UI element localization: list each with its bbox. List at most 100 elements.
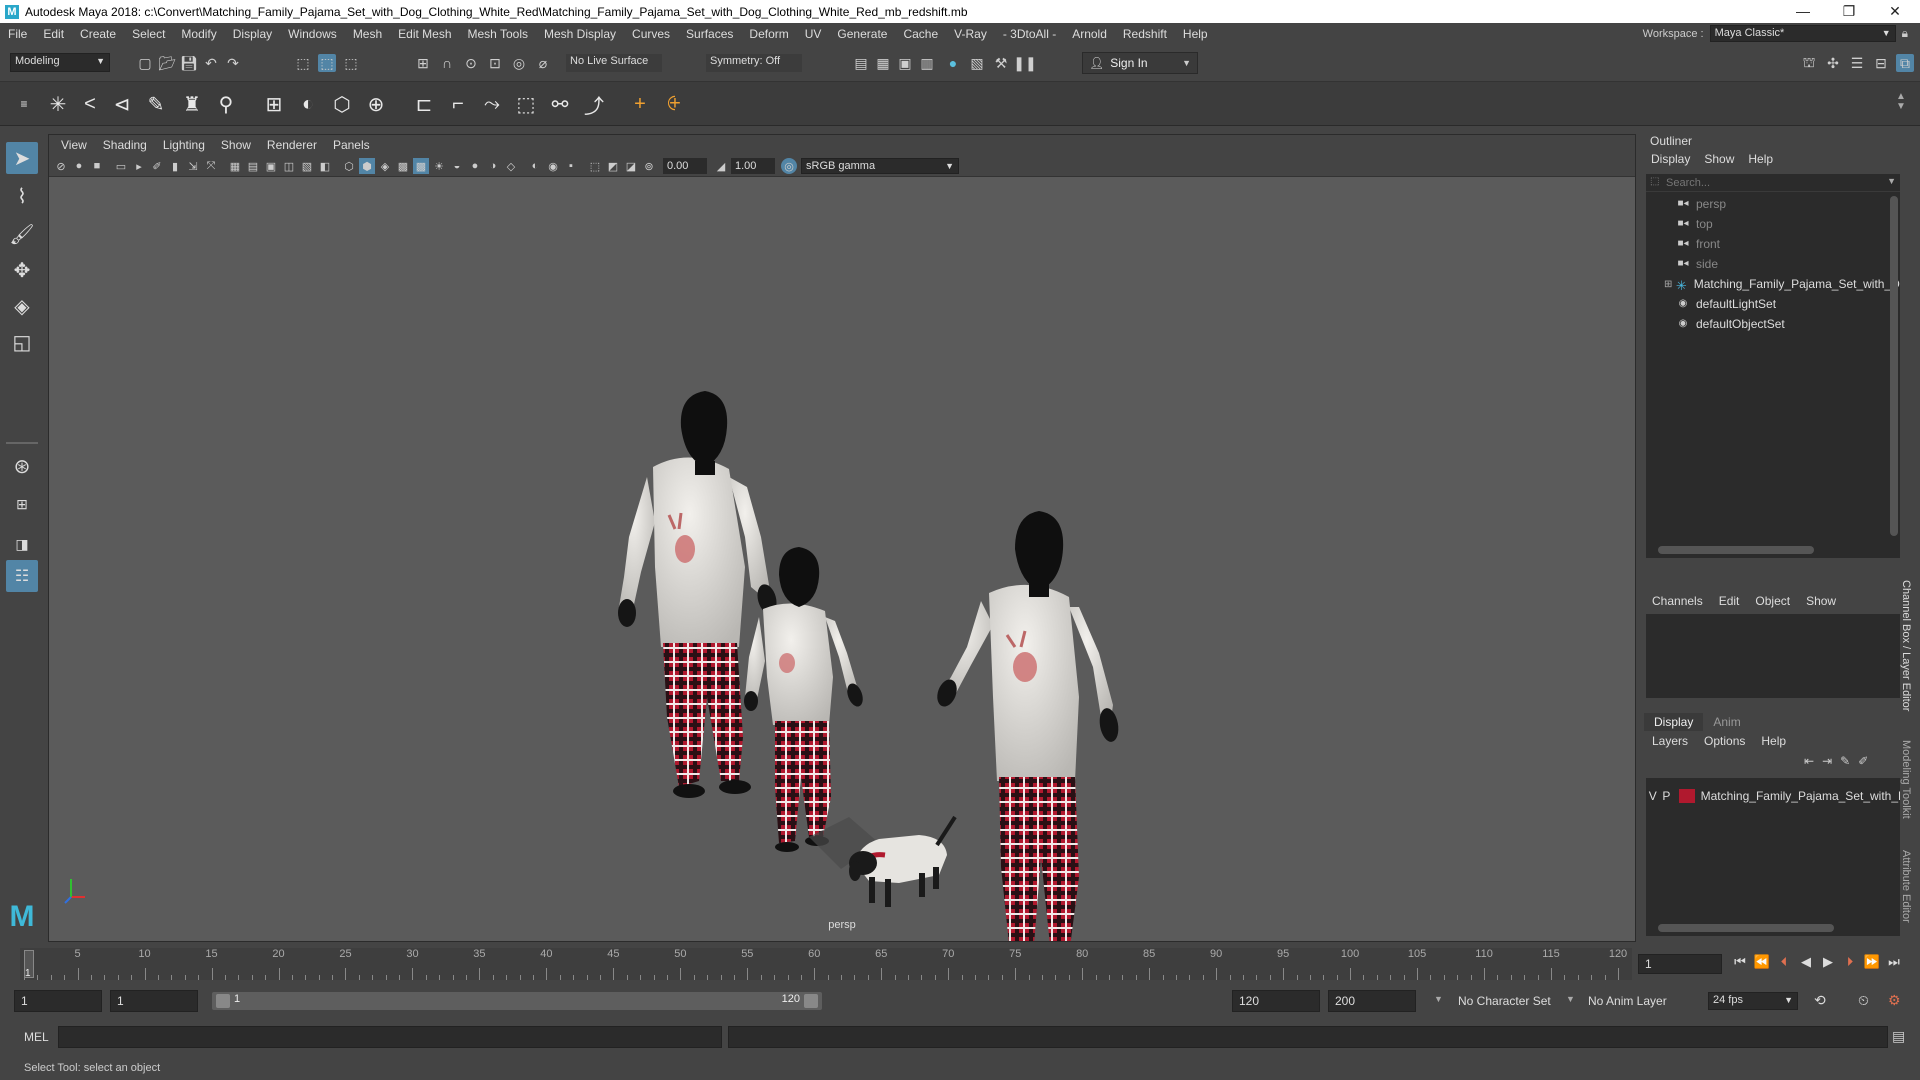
- frame-all-icon[interactable]: ▮: [167, 158, 183, 174]
- character-set-value[interactable]: No Character Set: [1458, 994, 1551, 1008]
- lock-camera-icon[interactable]: ⤧: [203, 158, 219, 174]
- menu-mesh-tools[interactable]: Mesh Tools: [460, 27, 536, 41]
- range-start-handle[interactable]: [216, 994, 230, 1008]
- hypershade-icon[interactable]: ●: [944, 54, 962, 72]
- outliner-vertical-scrollbar[interactable]: [1890, 196, 1898, 536]
- new-scene-icon[interactable]: ▢: [136, 54, 154, 72]
- grid-icon[interactable]: ▦: [227, 158, 243, 174]
- shelf-ep-curve-icon[interactable]: <: [76, 90, 104, 118]
- channel-box-menu-channels[interactable]: Channels: [1644, 594, 1711, 608]
- snap-grid-icon[interactable]: ⊞: [414, 54, 432, 72]
- save-scene-icon[interactable]: 💾︎: [180, 54, 198, 72]
- snap-curve-icon[interactable]: ∩: [438, 54, 456, 72]
- wireframe-icon[interactable]: ⬡: [341, 158, 357, 174]
- menu-windows[interactable]: Windows: [280, 27, 345, 41]
- exposure-field[interactable]: 0.00: [663, 158, 707, 174]
- viewport-menu-panels[interactable]: Panels: [327, 138, 380, 152]
- loop-icon[interactable]: ⟲: [1814, 992, 1826, 1009]
- shelf-bevel-icon[interactable]: ⌐: [444, 90, 472, 118]
- shelf-pencil-icon[interactable]: ✎: [142, 90, 170, 118]
- viewport-menu-lighting[interactable]: Lighting: [157, 138, 215, 152]
- lasso-tool-icon[interactable]: ⌇: [6, 180, 38, 212]
- expand-icon[interactable]: ⊞: [1664, 279, 1675, 290]
- shelf-multi-cut-icon[interactable]: +: [626, 90, 654, 118]
- viewport-3d-scene[interactable]: persp: [49, 177, 1635, 972]
- snap-view-icon[interactable]: ⊡: [486, 54, 504, 72]
- outliner-item-front[interactable]: ■◂ front: [1646, 234, 1900, 254]
- isolate-select-icon[interactable]: ◐: [527, 158, 543, 174]
- go-to-end-icon[interactable]: ⏭: [1884, 952, 1904, 972]
- snap-point-icon[interactable]: ⊙: [462, 54, 480, 72]
- outliner-menu-help[interactable]: Help: [1741, 152, 1780, 166]
- layer-menu-options[interactable]: Options: [1696, 734, 1753, 748]
- shelf-bezier-icon[interactable]: ⊲: [108, 90, 136, 118]
- menu-curves[interactable]: Curves: [624, 27, 678, 41]
- motion-blur-icon[interactable]: ●: [467, 158, 483, 174]
- side-tab-modeling-toolkit[interactable]: Modeling Toolkit: [1900, 740, 1912, 819]
- color-management-icon[interactable]: ◎: [781, 158, 797, 174]
- shelf-sphere-icon[interactable]: ◐: [294, 90, 322, 118]
- textured-icon[interactable]: ▩: [395, 158, 411, 174]
- modeling-toolkit-icon[interactable]: ⛫: [1800, 54, 1818, 72]
- depth-of-field-icon[interactable]: ◇: [503, 158, 519, 174]
- outliner-horizontal-scrollbar[interactable]: [1658, 546, 1814, 554]
- smooth-shade-icon[interactable]: ⬢: [359, 158, 375, 174]
- undo-icon[interactable]: ↶: [202, 54, 220, 72]
- redo-icon[interactable]: ↷: [224, 54, 242, 72]
- move-layer-down-icon[interactable]: ⇥: [1822, 754, 1832, 768]
- film-gate-icon[interactable]: ▤: [245, 158, 261, 174]
- soft-select-icon[interactable]: ⊛: [6, 450, 38, 482]
- close-icon[interactable]: ✕: [1872, 0, 1918, 23]
- shelf-target-weld-icon[interactable]: ⨭: [660, 90, 688, 118]
- menu-modify[interactable]: Modify: [173, 27, 224, 41]
- menu-3dtoall[interactable]: - 3DtoAll -: [995, 27, 1064, 41]
- channel-box-icon[interactable]: ⧉: [1896, 54, 1914, 72]
- outliner-item-pajama-group[interactable]: ⊞ ✳ Matching_Family_Pajama_Set_with_Dog_: [1646, 274, 1900, 294]
- new-layer-selected-icon[interactable]: ✐: [1858, 754, 1868, 768]
- xray-joints-icon[interactable]: ▪: [563, 158, 579, 174]
- menu-help[interactable]: Help: [1175, 27, 1216, 41]
- playback-start-field[interactable]: 1: [110, 990, 198, 1012]
- menu-generate[interactable]: Generate: [829, 27, 895, 41]
- select-tool-icon[interactable]: ➤: [6, 142, 38, 174]
- playback-end-field[interactable]: 120: [1232, 990, 1320, 1012]
- camera-select-icon[interactable]: ⊘: [53, 158, 69, 174]
- gamma-field[interactable]: 1.00: [731, 158, 775, 174]
- shelf-bridge-icon[interactable]: ⤳: [478, 90, 506, 118]
- shelf-menu-icon[interactable]: ≡: [10, 90, 38, 118]
- chevron-down-icon[interactable]: ▼: [1887, 176, 1896, 186]
- snap-live-icon[interactable]: ⌀: [534, 54, 552, 72]
- side-tab-attribute-editor[interactable]: Attribute Editor: [1900, 850, 1912, 923]
- layer-horizontal-scrollbar[interactable]: [1658, 924, 1834, 932]
- xray-icon[interactable]: ◉: [545, 158, 561, 174]
- lock-icon[interactable]: 🔒︎: [1902, 26, 1908, 41]
- select-component-icon[interactable]: ⬚: [342, 54, 360, 72]
- tool-settings-icon[interactable]: ⊟: [1872, 54, 1890, 72]
- mother-figure[interactable]: [934, 511, 1121, 972]
- menu-mesh-display[interactable]: Mesh Display: [536, 27, 624, 41]
- safe-action-icon[interactable]: ◧: [317, 158, 333, 174]
- time-slider-track[interactable]: 1 5 10 15 20 25 30 35 40 45 50 55 60 65 …: [20, 948, 1632, 980]
- gamma-icon[interactable]: ◢: [713, 158, 729, 174]
- screen-space-ao-icon[interactable]: ◒: [449, 158, 465, 174]
- chevron-down-icon[interactable]: ▼: [1566, 994, 1575, 1004]
- layer-playback-toggle[interactable]: P: [1660, 789, 1674, 803]
- step-back-key-icon[interactable]: ⏪: [1752, 952, 1772, 972]
- shelf-separate-icon[interactable]: ⚯: [546, 90, 574, 118]
- outliner-layout-icon[interactable]: ☷: [6, 560, 38, 592]
- shelf-uv-editor-icon[interactable]: ⊞: [260, 90, 288, 118]
- outliner-item-top[interactable]: ■◂ top: [1646, 214, 1900, 234]
- shelf-combine-icon[interactable]: ⬚: [512, 90, 540, 118]
- shelf-cylinder-icon[interactable]: ⊕: [362, 90, 390, 118]
- menu-display[interactable]: Display: [225, 27, 280, 41]
- menu-select[interactable]: Select: [124, 27, 173, 41]
- hud-icon[interactable]: ◪: [623, 158, 639, 174]
- shelf-joint-icon[interactable]: ⚲: [212, 90, 240, 118]
- render-view-icon[interactable]: ▤: [852, 54, 870, 72]
- layer-menu-layers[interactable]: Layers: [1644, 734, 1696, 748]
- play-backwards-icon[interactable]: ◀: [1796, 952, 1816, 972]
- chevron-down-icon[interactable]: ▼: [1434, 994, 1443, 1004]
- command-language-label[interactable]: MEL: [24, 1030, 49, 1044]
- auto-key-icon[interactable]: ⏲: [1858, 992, 1869, 1009]
- viewport-menu-renderer[interactable]: Renderer: [261, 138, 327, 152]
